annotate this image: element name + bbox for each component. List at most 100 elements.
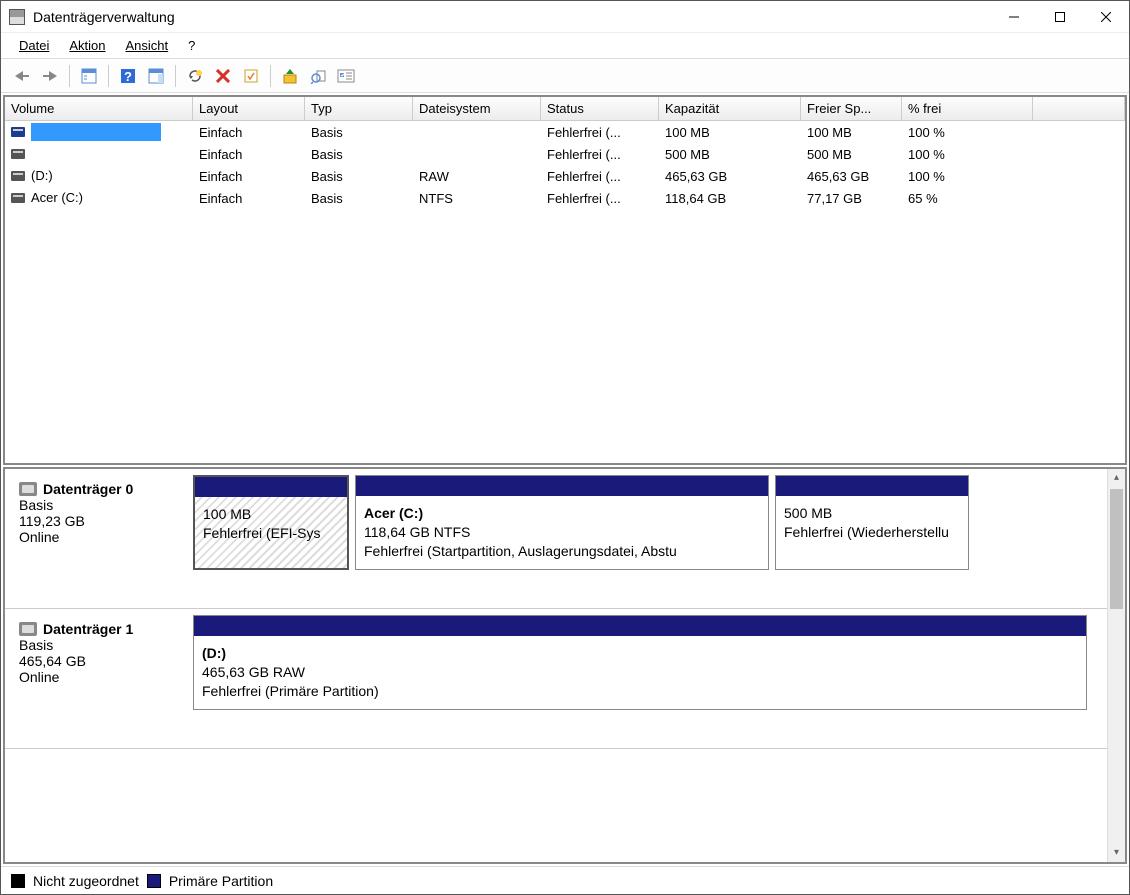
partition-status: Fehlerfrei (EFI-Sys	[203, 524, 339, 543]
volume-name	[31, 123, 161, 141]
disk-size: 119,23 GB	[19, 513, 181, 529]
cell-pct: 65 %	[902, 191, 1033, 206]
partition-status: Fehlerfrei (Primäre Partition)	[202, 682, 1078, 701]
properties-icon[interactable]	[238, 63, 264, 89]
volume-name: Acer (C:)	[31, 189, 161, 207]
volume-name: (D:)	[31, 167, 161, 185]
titlebar: Datenträgerverwaltung	[1, 1, 1129, 33]
volume-list-body[interactable]: EinfachBasisFehlerfrei (...100 MB100 MB1…	[5, 121, 1125, 463]
col-free[interactable]: Freier Sp...	[801, 97, 902, 121]
legend-unallocated: Nicht zugeordnet	[33, 873, 139, 889]
volume-list-pane: Volume Layout Typ Dateisystem Status Kap…	[3, 95, 1127, 465]
options-icon[interactable]	[333, 63, 359, 89]
cell-typ: Basis	[305, 191, 413, 206]
partition-size: 100 MB	[203, 505, 339, 524]
cell-layout: Einfach	[193, 125, 305, 140]
help-icon[interactable]: ?	[115, 63, 141, 89]
upload-icon[interactable]	[277, 63, 303, 89]
volume-header-row: Volume Layout Typ Dateisystem Status Kap…	[5, 97, 1125, 121]
cell-cap: 100 MB	[659, 125, 801, 140]
cell-layout: Einfach	[193, 147, 305, 162]
partition[interactable]: (D:)465,63 GB RAWFehlerfrei (Primäre Par…	[193, 615, 1087, 710]
disk-type: Basis	[19, 637, 181, 653]
volume-row[interactable]: EinfachBasisFehlerfrei (...100 MB100 MB1…	[5, 121, 1125, 143]
refresh-icon[interactable]	[182, 63, 208, 89]
col-layout[interactable]: Layout	[193, 97, 305, 121]
col-volume[interactable]: Volume	[5, 97, 193, 121]
vertical-scrollbar[interactable]: ▴ ▾	[1107, 469, 1125, 862]
partition[interactable]: Acer (C:)118,64 GB NTFSFehlerfrei (Start…	[355, 475, 769, 570]
scroll-up-icon[interactable]: ▴	[1108, 469, 1125, 487]
toolbar: ?	[1, 59, 1129, 93]
partition-status: Fehlerfrei (Wiederherstellu	[784, 523, 960, 542]
show-hide-console-tree-icon[interactable]	[76, 63, 102, 89]
col-filesystem[interactable]: Dateisystem	[413, 97, 541, 121]
partition-size: 118,64 GB NTFS	[364, 523, 760, 542]
partition[interactable]: 100 MBFehlerfrei (EFI-Sys	[193, 475, 349, 570]
disk-name: Datenträger 1	[43, 621, 133, 637]
col-percent[interactable]: % frei	[902, 97, 1033, 121]
menu-help[interactable]: ?	[178, 35, 205, 56]
menu-view[interactable]: Ansicht	[116, 35, 179, 56]
close-button[interactable]	[1083, 1, 1129, 33]
scroll-thumb[interactable]	[1110, 489, 1123, 609]
partition[interactable]: 500 MBFehlerfrei (Wiederherstellu	[775, 475, 969, 570]
cell-cap: 465,63 GB	[659, 169, 801, 184]
disk-icon	[11, 149, 25, 159]
hdd-icon	[19, 482, 37, 496]
disk-icon	[11, 127, 25, 137]
partition-header	[195, 477, 347, 497]
disk-info[interactable]: Datenträger 1Basis465,64 GBOnline	[9, 615, 185, 689]
partition-header	[776, 476, 968, 496]
svg-text:?: ?	[124, 69, 132, 84]
partition-size: 465,63 GB RAW	[202, 663, 1078, 682]
cell-typ: Basis	[305, 147, 413, 162]
cell-status: Fehlerfrei (...	[541, 169, 659, 184]
menu-file[interactable]: Datei	[9, 35, 59, 56]
disk-row: Datenträger 0Basis119,23 GBOnline100 MBF…	[5, 469, 1107, 609]
scroll-down-icon[interactable]: ▾	[1108, 844, 1125, 862]
partition-status: Fehlerfrei (Startpartition, Auslagerungs…	[364, 542, 760, 561]
swatch-primary-icon	[147, 874, 161, 888]
minimize-button[interactable]	[991, 1, 1037, 33]
window-title: Datenträgerverwaltung	[33, 9, 991, 25]
cell-pct: 100 %	[902, 125, 1033, 140]
disk-state: Online	[19, 529, 181, 545]
cell-free: 100 MB	[801, 125, 902, 140]
forward-button[interactable]	[37, 63, 63, 89]
delete-icon[interactable]	[210, 63, 236, 89]
cell-fs: RAW	[413, 169, 541, 184]
back-button[interactable]	[9, 63, 35, 89]
partition-container: 100 MBFehlerfrei (EFI-SysAcer (C:)118,64…	[193, 475, 1103, 570]
cell-cap: 118,64 GB	[659, 191, 801, 206]
cell-free: 465,63 GB	[801, 169, 902, 184]
volume-row[interactable]: Acer (C:)EinfachBasisNTFSFehlerfrei (...…	[5, 187, 1125, 209]
cell-pct: 100 %	[902, 169, 1033, 184]
cell-free: 500 MB	[801, 147, 902, 162]
cell-layout: Einfach	[193, 191, 305, 206]
cell-status: Fehlerfrei (...	[541, 191, 659, 206]
hdd-icon	[19, 622, 37, 636]
cell-typ: Basis	[305, 125, 413, 140]
col-typ[interactable]: Typ	[305, 97, 413, 121]
maximize-button[interactable]	[1037, 1, 1083, 33]
menubar: Datei Aktion Ansicht ?	[1, 33, 1129, 59]
action-pane-icon[interactable]	[143, 63, 169, 89]
cell-cap: 500 MB	[659, 147, 801, 162]
partition-header	[356, 476, 768, 496]
search-icon[interactable]	[305, 63, 331, 89]
cell-pct: 100 %	[902, 147, 1033, 162]
volume-row[interactable]: EinfachBasisFehlerfrei (...500 MB500 MB1…	[5, 143, 1125, 165]
disk-info[interactable]: Datenträger 0Basis119,23 GBOnline	[9, 475, 185, 549]
volume-row[interactable]: (D:)EinfachBasisRAWFehlerfrei (...465,63…	[5, 165, 1125, 187]
disk-scroll-area[interactable]: Datenträger 0Basis119,23 GBOnline100 MBF…	[5, 469, 1107, 862]
disk-icon	[11, 193, 25, 203]
cell-typ: Basis	[305, 169, 413, 184]
col-capacity[interactable]: Kapazität	[659, 97, 801, 121]
partition-size: 500 MB	[784, 504, 960, 523]
menu-action[interactable]: Aktion	[59, 35, 115, 56]
col-status[interactable]: Status	[541, 97, 659, 121]
app-icon	[9, 9, 25, 25]
disk-size: 465,64 GB	[19, 653, 181, 669]
cell-status: Fehlerfrei (...	[541, 147, 659, 162]
